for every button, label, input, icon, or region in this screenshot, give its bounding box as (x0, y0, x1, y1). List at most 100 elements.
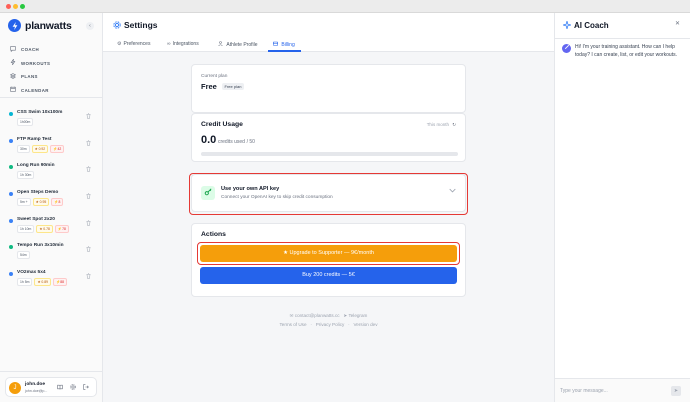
tss-badge: ⚡78 (54, 224, 69, 233)
refresh-icon[interactable]: ↻ (452, 122, 456, 127)
credit-usage-card: Credit Usage This month ↻ 0.0 credits us… (191, 113, 466, 162)
trash-icon[interactable] (86, 273, 91, 279)
telegram-link[interactable]: Telegram (348, 313, 367, 318)
version-text: Version dev (353, 322, 378, 327)
settings-tabs: ⚙ Preferences ∞ Integrations Athlete Profi… (103, 39, 554, 52)
trash-icon[interactable] (86, 220, 91, 226)
footer-links: Terms of Use · Privacy Policy · Version … (279, 322, 378, 327)
ai-coach-panel: AI Coach ✕ Hi! I'm your training assista… (554, 13, 690, 402)
run-sport-icon (9, 245, 13, 250)
current-plan-card: Current plan Free Free plan (191, 64, 466, 113)
duration-badge: 1h00m (17, 118, 34, 126)
send-icon: ➤ (673, 388, 679, 394)
workout-item[interactable]: FTP Ramp Test 30m ★ 0.92 ⚡42 (0, 132, 103, 159)
workout-item[interactable]: Long Run 90min 1h 30m (0, 158, 103, 185)
current-plan-label: Current plan (201, 74, 228, 79)
window-close-button[interactable] (6, 4, 11, 9)
assistant-message: Hi! I'm your training assistant. How can… (575, 44, 677, 58)
workout-item[interactable]: Sweet Spot 2x20 1h 10m ★ 0.78 ⚡78 (0, 212, 103, 239)
workout-list: CSS Swim 10x100m 1h00m FTP Ramp Test 30m… (0, 105, 103, 292)
send-button[interactable]: ➤ (671, 386, 681, 396)
tab-label: Preferences (123, 41, 151, 47)
chevron-left-icon[interactable]: ‹ (86, 22, 94, 30)
close-icon[interactable]: ✕ (675, 20, 680, 27)
gear-icon[interactable] (70, 384, 76, 392)
chat-icon (10, 46, 16, 54)
tss-value: 88 (60, 280, 65, 285)
tab-label: Integrations (172, 41, 199, 47)
mail-icon: ✉ (289, 313, 294, 318)
link-icon: ∞ (167, 41, 171, 47)
buy-credits-button[interactable]: Buy 200 credits — 5€ (200, 267, 457, 284)
sidebar-divider (0, 97, 103, 98)
duration-badge: 1h 10m (17, 224, 35, 233)
window-maximize-button[interactable] (20, 4, 25, 9)
tab-athlete-profile[interactable]: Athlete Profile (218, 41, 258, 51)
plan-name: Free (201, 82, 217, 91)
workout-item[interactable]: Tempo Run 3x10min 54m (0, 238, 103, 265)
sidebar-item-plans[interactable]: PLANS (9, 70, 95, 84)
duration-badge: 5m + (17, 198, 31, 207)
sidebar-item-coach[interactable]: COACH (10, 43, 95, 57)
page-title: Settings (124, 20, 158, 30)
logout-icon[interactable] (83, 384, 89, 392)
terms-link[interactable]: Terms of Use (279, 322, 306, 327)
tss-badge: ⚡42 (50, 144, 65, 153)
duration-badge: 54m (17, 251, 30, 260)
trash-icon[interactable] (86, 246, 91, 253)
duration-badge: 1h 5m (17, 278, 33, 287)
contact-email-link[interactable]: contact@planwatts.cc (295, 313, 340, 318)
bike-sport-icon (9, 272, 13, 277)
credits-progress-bar (201, 152, 458, 156)
tss-badge: ⚡8 (51, 198, 64, 207)
tss-value: 42 (57, 146, 62, 151)
bot-avatar-icon (562, 44, 571, 53)
tab-label: Billing (281, 42, 295, 48)
credits-limit: / 50 (246, 139, 255, 145)
footer-contact: ✉ contact@planwatts.cc ➤ Telegram (191, 313, 466, 319)
sidebar: planwatts ‹ COACH WORKOUTS PLANS CALENDA (0, 13, 103, 402)
tss-value: 8 (58, 200, 61, 205)
layers-icon (9, 73, 17, 81)
intensity-value: 0.95 (39, 200, 47, 205)
ai-coach-header: AI Coach ✕ (555, 13, 690, 39)
trash-icon[interactable] (86, 113, 91, 119)
credit-usage-title: Credit Usage (201, 121, 243, 128)
plan-badge: Free plan (221, 83, 245, 90)
duration-badge: 1h 30m (17, 171, 35, 180)
period-indicator: This month ↻ (427, 122, 456, 128)
gear-icon: ⚙ (117, 41, 122, 47)
workout-item[interactable]: Open Steps Demo 5m + ★ 0.95 ⚡8 (0, 185, 103, 212)
user-email: john.doe@p... (25, 389, 48, 393)
window-minimize-button[interactable] (13, 4, 18, 9)
workout-item[interactable]: CSS Swim 10x100m 1h00m (0, 105, 103, 132)
avatar: J (9, 382, 21, 394)
trash-icon[interactable] (86, 193, 91, 199)
sidebar-item-label: COACH (21, 47, 40, 53)
sidebar-item-label: CALENDAR (21, 87, 49, 93)
credits-used-value: 0.0 (201, 134, 217, 146)
intensity-badge: ★ 0.95 (32, 198, 50, 207)
page-header: Settings (103, 13, 554, 39)
message-input[interactable] (560, 385, 673, 396)
privacy-link[interactable]: Privacy Policy (316, 322, 345, 327)
trash-icon[interactable] (86, 166, 91, 173)
upgrade-highlight (197, 242, 460, 265)
trash-icon[interactable] (86, 139, 91, 146)
bike-sport-icon (9, 218, 13, 223)
intensity-value: 0.92 (38, 146, 46, 151)
sidebar-item-workouts[interactable]: WORKOUTS (10, 57, 95, 71)
workout-item[interactable]: VO2max 5x4 1h 5m ★ 0.89 ⚡88 (0, 265, 103, 292)
tab-integrations[interactable]: ∞ Integrations (167, 41, 199, 51)
tab-preferences[interactable]: ⚙ Preferences (117, 41, 150, 51)
brand-name: planwatts (25, 19, 72, 32)
sidebar-item-calendar[interactable]: CALENDAR (10, 84, 95, 98)
user-card[interactable]: J john.doe john.doe@p... (5, 377, 97, 397)
sparkle-icon (562, 20, 572, 31)
sidebar-item-label: PLANS (21, 74, 38, 80)
user-name: john.doe (25, 382, 45, 387)
brand-logo[interactable]: planwatts (8, 19, 72, 32)
duration-badge: 30m (17, 144, 30, 153)
book-icon[interactable] (57, 384, 63, 392)
bike-sport-icon (9, 192, 13, 197)
